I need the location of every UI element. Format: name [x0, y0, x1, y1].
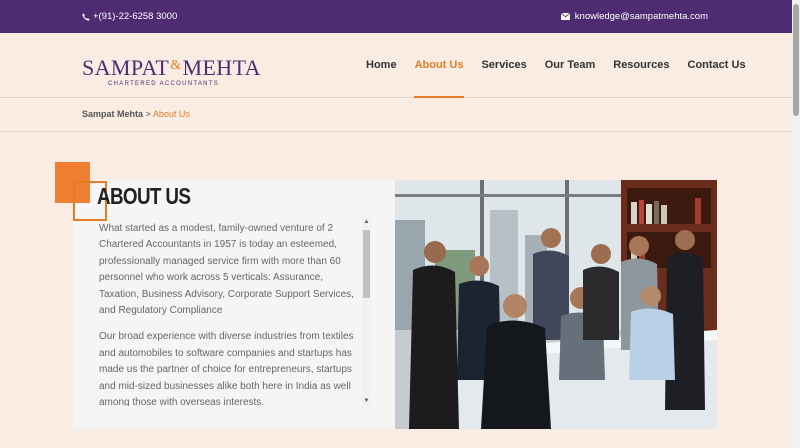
scroll-up-arrow-icon[interactable]: ▲	[363, 219, 370, 226]
text-scrollbar[interactable]: ▲ ▼	[362, 218, 371, 406]
nav-about-us[interactable]: About Us	[413, 59, 465, 98]
page-scrollbar-thumb[interactable]	[793, 4, 799, 116]
envelope-icon	[560, 13, 570, 20]
text-scrollbar-thumb[interactable]	[363, 230, 370, 298]
about-text-scrollbox[interactable]: What started as a modest, family-owned v…	[99, 221, 361, 406]
nav-contact-us[interactable]: Contact Us	[688, 59, 746, 71]
breadcrumb-divider	[0, 131, 792, 132]
logo-wordmark: SAMPAT&MEHTA	[82, 55, 261, 80]
about-heading: ABOUT US	[97, 183, 191, 209]
nav-our-team[interactable]: Our Team	[545, 59, 596, 71]
breadcrumb-separator: >	[145, 109, 151, 119]
site-header: SAMPAT&MEHTA CHARTERED ACCOUNTANTS Home …	[0, 33, 792, 98]
breadcrumb: Sampat Mehta > About Us	[82, 109, 190, 119]
nav-home[interactable]: Home	[366, 59, 397, 71]
nav-resources[interactable]: Resources	[613, 59, 669, 71]
nav-services[interactable]: Services	[481, 59, 526, 71]
breadcrumb-current: About Us	[152, 109, 190, 119]
phone-number: +(91)-22-6258 3000	[93, 11, 178, 22]
about-paragraph-2: Our broad experience with diverse indust…	[99, 331, 354, 406]
team-photo	[395, 180, 717, 429]
breadcrumb-home-link[interactable]: Sampat Mehta	[82, 109, 143, 119]
page-scrollbar[interactable]	[792, 0, 800, 448]
email-address: knowledge@sampatmehta.com	[574, 11, 708, 22]
phone-icon	[82, 12, 90, 21]
top-contact-bar: +(91)-22-6258 3000 knowledge@sampatmehta…	[0, 0, 792, 33]
email-contact[interactable]: knowledge@sampatmehta.com	[560, 11, 708, 22]
main-nav: Home About Us Services Our Team Resource…	[366, 59, 764, 98]
about-paragraph-1: What started as a modest, family-owned v…	[99, 223, 354, 317]
logo-tagline: CHARTERED ACCOUNTANTS	[108, 81, 220, 87]
phone-contact[interactable]: +(91)-22-6258 3000	[82, 11, 177, 22]
site-logo[interactable]: SAMPAT&MEHTA CHARTERED ACCOUNTANTS	[82, 55, 261, 88]
scroll-down-arrow-icon[interactable]: ▼	[363, 398, 370, 405]
